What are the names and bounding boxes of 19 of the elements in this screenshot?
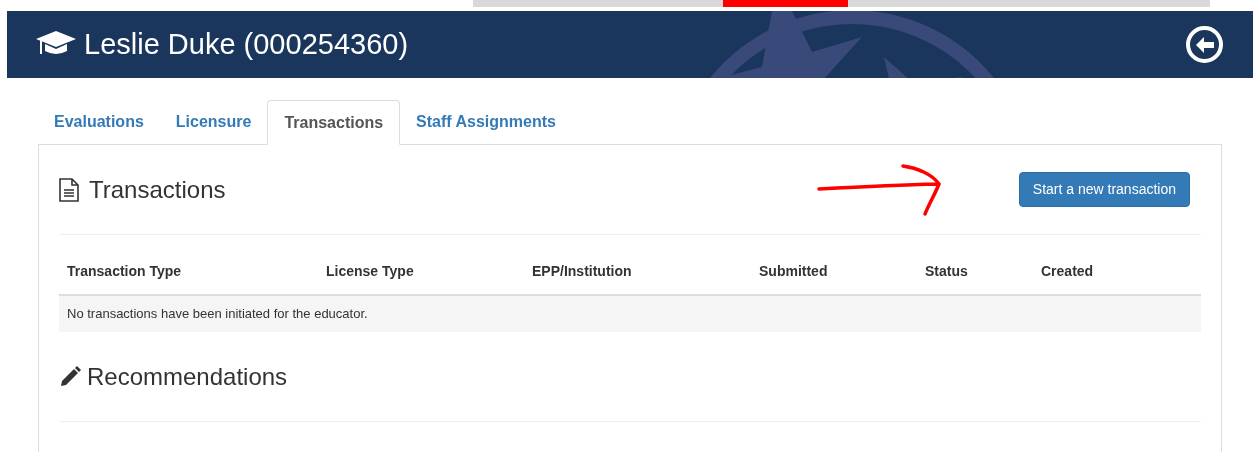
- back-button[interactable]: [1186, 26, 1223, 63]
- tab[interactable]: Staff Assignments: [400, 99, 572, 144]
- start-transaction-button[interactable]: Start a new transaction: [1018, 172, 1190, 207]
- column-header: Status: [925, 262, 969, 281]
- column-header: Transaction Type: [67, 262, 183, 281]
- tab[interactable]: Transactions: [267, 100, 401, 145]
- educator-name: Leslie Duke (000254360): [84, 26, 409, 62]
- section-heading: Transactions: [89, 174, 226, 205]
- column-header: Submitted: [759, 262, 829, 281]
- column-header: EPP/Institution: [532, 262, 633, 281]
- column-header: License Type: [326, 262, 415, 281]
- empty-message: No transactions have been initiated for the educator.: [67, 305, 368, 324]
- document-icon: [59, 177, 79, 202]
- pencil-icon: [59, 365, 81, 388]
- left-arrow-icon: [1194, 35, 1215, 54]
- tab[interactable]: Licensure: [159, 99, 268, 144]
- section-heading: Recommendations: [87, 361, 288, 392]
- column-header: Created: [1041, 262, 1095, 281]
- tab[interactable]: Evaluations: [38, 99, 160, 144]
